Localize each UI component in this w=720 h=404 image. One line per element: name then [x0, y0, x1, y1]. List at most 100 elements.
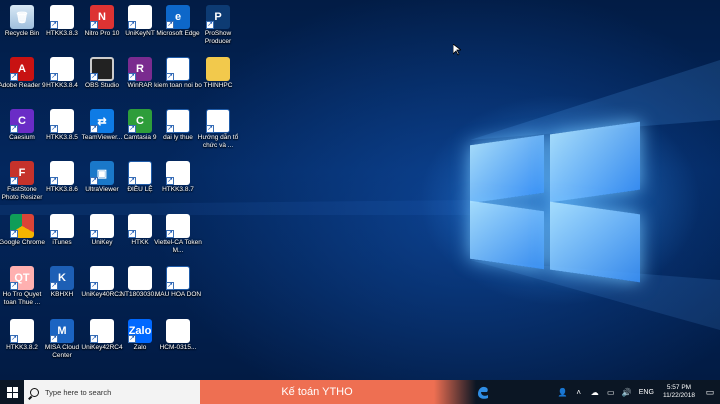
shortcut-arrow-icon: ↗	[50, 230, 58, 238]
shortcut-arrow-icon: ↗	[128, 177, 136, 185]
desktop-icon-label: MAU HOA DON	[154, 291, 202, 298]
desktop-icon[interactable]: U ↗ UniKey42RC4	[81, 316, 124, 368]
desktop-icon[interactable]: W ↗ kiem toan noi bo	[154, 54, 202, 106]
desktop-icon[interactable]: HTKK↗HTKK3.8.2	[4, 316, 44, 368]
desktop-icon[interactable]: R ↗ WinRAR	[122, 54, 162, 106]
shortcut-arrow-icon: ↗	[90, 21, 98, 29]
shortcut-arrow-icon: ↗	[128, 230, 136, 238]
desktop-icon[interactable]: QT ↗ Ho Tro Quyet toan Thue ...	[3, 263, 44, 315]
clock-date: 11/22/2018	[662, 392, 695, 399]
windows-start-icon	[6, 386, 18, 398]
shortcut-arrow-icon: ↗	[128, 73, 136, 81]
shortcut-arrow-icon: ↗	[10, 177, 18, 185]
desktop-icon[interactable]: U ↗ UniKey40RC2	[81, 263, 124, 315]
shortcut-arrow-icon: ↗	[10, 125, 18, 133]
desktop-icon-label: HTKK3.8.7	[162, 186, 194, 193]
shortcut-arrow-icon: ↗	[166, 73, 174, 81]
shortcut-arrow-icon: ↗	[90, 73, 98, 81]
desktop-icon[interactable]: viettel↗Viettel-CA Token M...	[154, 211, 202, 263]
desktop-icon[interactable]: K ↗ KBHXH	[44, 263, 84, 315]
shortcut-arrow-icon: ↗	[206, 21, 214, 29]
shortcut-arrow-icon: ↗	[10, 230, 18, 238]
desktop-icon[interactable]: ⇄ ↗ TeamViewer...	[82, 106, 124, 158]
desktop-icon-label: THINHPC	[203, 82, 233, 89]
desktop-icon[interactable]: W ↗ ĐIỀU LỆ	[122, 158, 162, 210]
search-icon	[30, 387, 39, 397]
action-center-icon[interactable]: ▭	[701, 380, 719, 404]
desktop-icon[interactable]: HTKK↗HTKK3.8.6	[44, 158, 84, 210]
people-icon[interactable]: 👤	[556, 380, 570, 404]
shortcut-arrow-icon: ↗	[50, 73, 58, 81]
desktop[interactable]: 🗑Recycle BinHTKK↗HTKK3.8.3N↗Nitro Pro 10…	[0, 0, 720, 380]
network-icon[interactable]: ▭	[604, 380, 618, 404]
desktop-icon[interactable]: N ↗ Nitro Pro 10	[84, 2, 124, 54]
shortcut-arrow-icon: ↗	[10, 73, 18, 81]
desktop-icon[interactable]: HTKK↗HTKK3.8.4	[44, 54, 84, 106]
desktop-icon[interactable]: HCM-0315...	[160, 316, 200, 368]
desktop-icon[interactable]: W ↗ dai ly thue	[160, 106, 200, 158]
blank-file-icon	[166, 319, 190, 343]
desktop-icon[interactable]: C ↗ Camtasia 9	[122, 106, 162, 158]
start-button[interactable]	[0, 380, 24, 404]
shortcut-arrow-icon: ↗	[166, 177, 174, 185]
volume-icon[interactable]: 🔊	[620, 380, 634, 404]
desktop-icon[interactable]: Zalo ↗ Zalo	[122, 316, 162, 368]
desktop-icon-label: Hướng dẫn tổ chức và ...	[197, 134, 239, 149]
taskbar-search-box[interactable]: Type here to search	[24, 380, 200, 404]
desktop-icon[interactable]: U ↗ UniKeyNT	[122, 2, 162, 54]
shortcut-arrow-icon: ↗	[50, 282, 58, 290]
onedrive-cloud-icon[interactable]: ☁	[588, 380, 602, 404]
desktop-icon[interactable]: A ↗ Adobe Reader 9	[0, 54, 46, 106]
desktop-icon[interactable]: e ↗ Microsoft Edge	[156, 2, 200, 54]
desktop-icon[interactable]: P ↗ ProShow Producer	[200, 2, 240, 54]
desktop-icon-label: Viettel-CA Token M...	[154, 239, 202, 254]
taskbar-edge-icon[interactable]	[476, 382, 490, 402]
desktop-icon[interactable]: ▣ ↗ UltraViewer	[84, 158, 124, 210]
desktop-icon[interactable]: THINHPC	[200, 54, 240, 106]
desktop-icon[interactable]: pdf NT1803030...	[120, 263, 162, 315]
shortcut-arrow-icon: ↗	[10, 335, 18, 343]
desktop-icon[interactable]: HTKK↗HTKK	[122, 211, 162, 263]
shortcut-arrow-icon: ↗	[166, 125, 174, 133]
shortcut-arrow-icon: ↗	[90, 282, 98, 290]
desktop-icon[interactable]: W ↗ Hướng dẫn tổ chức và ...	[198, 106, 240, 158]
desktop-icon[interactable]: HTKK↗HTKK3.8.7	[160, 158, 200, 210]
ke-toan-banner: Kế toán YTHO	[200, 380, 434, 404]
folder-icon	[206, 57, 230, 81]
desktop-icon[interactable]: F ↗ FastStone Photo Resizer	[2, 158, 44, 210]
desktop-icon[interactable]: U ↗ UniKey	[84, 211, 124, 263]
desktop-icon-label: HCM-0315...	[159, 344, 197, 351]
shortcut-arrow-icon: ↗	[166, 21, 174, 29]
mouse-pointer-icon	[453, 44, 461, 56]
shortcut-arrow-icon: ↗	[166, 230, 174, 238]
shortcut-arrow-icon: ↗	[90, 335, 98, 343]
windows-logo-wallpaper	[470, 118, 645, 290]
input-language[interactable]: ENG	[639, 389, 654, 396]
shortcut-arrow-icon: ↗	[50, 177, 58, 185]
shortcut-arrow-icon: ↗	[90, 230, 98, 238]
desktop-icon[interactable]: 🗑 Recycle Bin	[4, 2, 44, 54]
show-hidden-icons-chevron-icon[interactable]: ˄	[572, 380, 586, 404]
clock-time: 5:57 PM	[666, 384, 692, 391]
desktop-icon[interactable]: HTKK↗HTKK3.8.5	[44, 106, 84, 158]
desktop-icon[interactable]: W ↗ MAU HOA DON	[155, 263, 201, 315]
shortcut-arrow-icon: ↗	[206, 125, 214, 133]
search-placeholder: Type here to search	[45, 387, 112, 397]
shortcut-arrow-icon: ↗	[128, 21, 136, 29]
clock[interactable]: 5:57 PM 11/22/2018	[663, 384, 695, 400]
desktop-icon[interactable]: M ↗ MISA Cloud Center	[44, 316, 84, 368]
pdf-file-icon: pdf	[128, 266, 152, 290]
desktop-icon[interactable]: C ↗ Caesium	[4, 106, 44, 158]
shortcut-arrow-icon: ↗	[90, 177, 98, 185]
desktop-icon[interactable]: HTKK↗HTKK3.8.3	[44, 2, 84, 54]
desktop-icon[interactable]: ↗ OBS Studio	[84, 54, 124, 106]
shortcut-arrow-icon: ↗	[90, 125, 98, 133]
shortcut-arrow-icon: ↗	[128, 335, 136, 343]
desktop-icon[interactable]: ↗ Google Chrome	[0, 211, 45, 263]
desktop-icon[interactable]: ♪ ↗ iTunes	[44, 211, 84, 263]
banner-fade	[434, 380, 476, 404]
system-tray: 👤 ˄ ☁ ▭ 🔊 ENG 5:57 PM 11/22/2018 ▭	[555, 380, 720, 404]
desktop-icon-label: ProShow Producer	[204, 30, 232, 45]
recycle-bin-icon: 🗑	[10, 5, 34, 29]
shortcut-arrow-icon: ↗	[50, 125, 58, 133]
